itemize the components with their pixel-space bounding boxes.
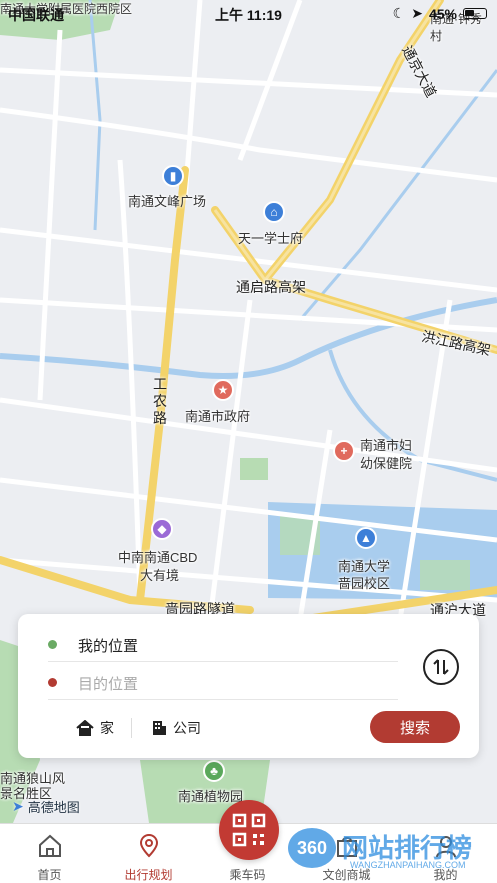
navigation-arrow-icon: ➤ xyxy=(12,798,24,814)
origin-text: 我的位置 xyxy=(78,638,139,655)
company-label: 公司 xyxy=(173,720,201,736)
map-label-univ-2[interactable]: 啬园校区 xyxy=(338,573,390,592)
map-label-cbd-2[interactable]: 大有境 xyxy=(140,565,179,584)
shopping-poi-icon[interactable]: ◆ xyxy=(151,518,173,540)
map-label-govt[interactable]: 南通市政府 xyxy=(185,406,250,425)
tab-home[interactable]: 首页 xyxy=(0,824,99,883)
home-icon xyxy=(76,720,94,736)
map-label-maternal-2[interactable]: 幼保健院 xyxy=(360,453,412,472)
qr-code-icon xyxy=(232,813,266,847)
university-poi-icon[interactable]: ▲ xyxy=(355,527,377,549)
site-watermark: 360 网站排行榜 WANGZHANPAIHANG.COM xyxy=(288,826,493,874)
map-pin-icon xyxy=(139,833,159,858)
home-label: 家 xyxy=(100,720,114,736)
swap-direction-button[interactable] xyxy=(423,649,459,685)
shortcut-divider xyxy=(131,718,132,738)
battery-percent: 45% xyxy=(428,5,457,22)
origin-dot-icon xyxy=(48,640,57,649)
map-label-maternal-1[interactable]: 南通市妇 xyxy=(360,435,412,454)
tab-trip-planning[interactable]: 出行规划 xyxy=(99,824,198,883)
battery-icon xyxy=(463,8,487,19)
hospital-poi-icon[interactable]: + xyxy=(333,440,355,462)
amap-logo: ➤ 高德地图 xyxy=(12,797,80,816)
tab-home-label: 首页 xyxy=(37,868,62,882)
watermark-subtitle: WANGZHANPAIHANG.COM xyxy=(350,860,466,870)
map-label-tianyi[interactable]: 天一学士府 xyxy=(238,228,303,247)
park-poi-icon[interactable]: ♣ xyxy=(203,760,225,782)
route-panel: 我的位置 目的位置 家 公司 搜索 xyxy=(18,614,479,758)
road-label-gongnong: 工农路 xyxy=(153,376,167,426)
search-button[interactable]: 搜索 xyxy=(370,711,460,743)
government-poi-icon[interactable]: ★ xyxy=(212,379,234,401)
destination-row[interactable]: 目的位置 xyxy=(48,664,398,700)
swap-arrows-icon xyxy=(433,659,449,675)
building-icon xyxy=(153,721,166,735)
home-shortcut[interactable]: 家 xyxy=(76,718,114,738)
map-label-cbd-1[interactable]: 中南南通CBD xyxy=(118,547,197,566)
tab-ride-code-label: 乘车码 xyxy=(229,868,266,882)
map-label-botanic[interactable]: 南通植物园 xyxy=(178,786,243,805)
residence-poi-icon[interactable]: ⌂ xyxy=(263,201,285,223)
destination-input[interactable]: 目的位置 xyxy=(78,673,138,694)
origin-row[interactable]: 我的位置 xyxy=(48,626,398,662)
destination-dot-icon xyxy=(48,678,57,687)
watermark-360-badge: 360 xyxy=(288,828,336,868)
company-shortcut[interactable]: 公司 xyxy=(151,718,201,738)
moon-icon: ☾ xyxy=(392,5,406,21)
location-arrow-icon: ➤ xyxy=(411,5,423,21)
tab-trip-planning-label: 出行规划 xyxy=(124,868,173,882)
map-provider-label: 高德地图 xyxy=(27,800,80,815)
building-poi-icon[interactable]: ▮ xyxy=(162,165,184,187)
road-label-tongqi: 通启路高架 xyxy=(236,279,306,295)
map-label-wenfeng[interactable]: 南通文峰广场 xyxy=(128,191,206,210)
home-outline-icon xyxy=(39,834,61,857)
ride-code-qr-button[interactable] xyxy=(219,800,279,860)
status-bar: 中国联通 上午 11:19 ☾ ➤ 45% xyxy=(0,0,497,26)
status-icons: ☾ ➤ 45% xyxy=(393,5,487,22)
